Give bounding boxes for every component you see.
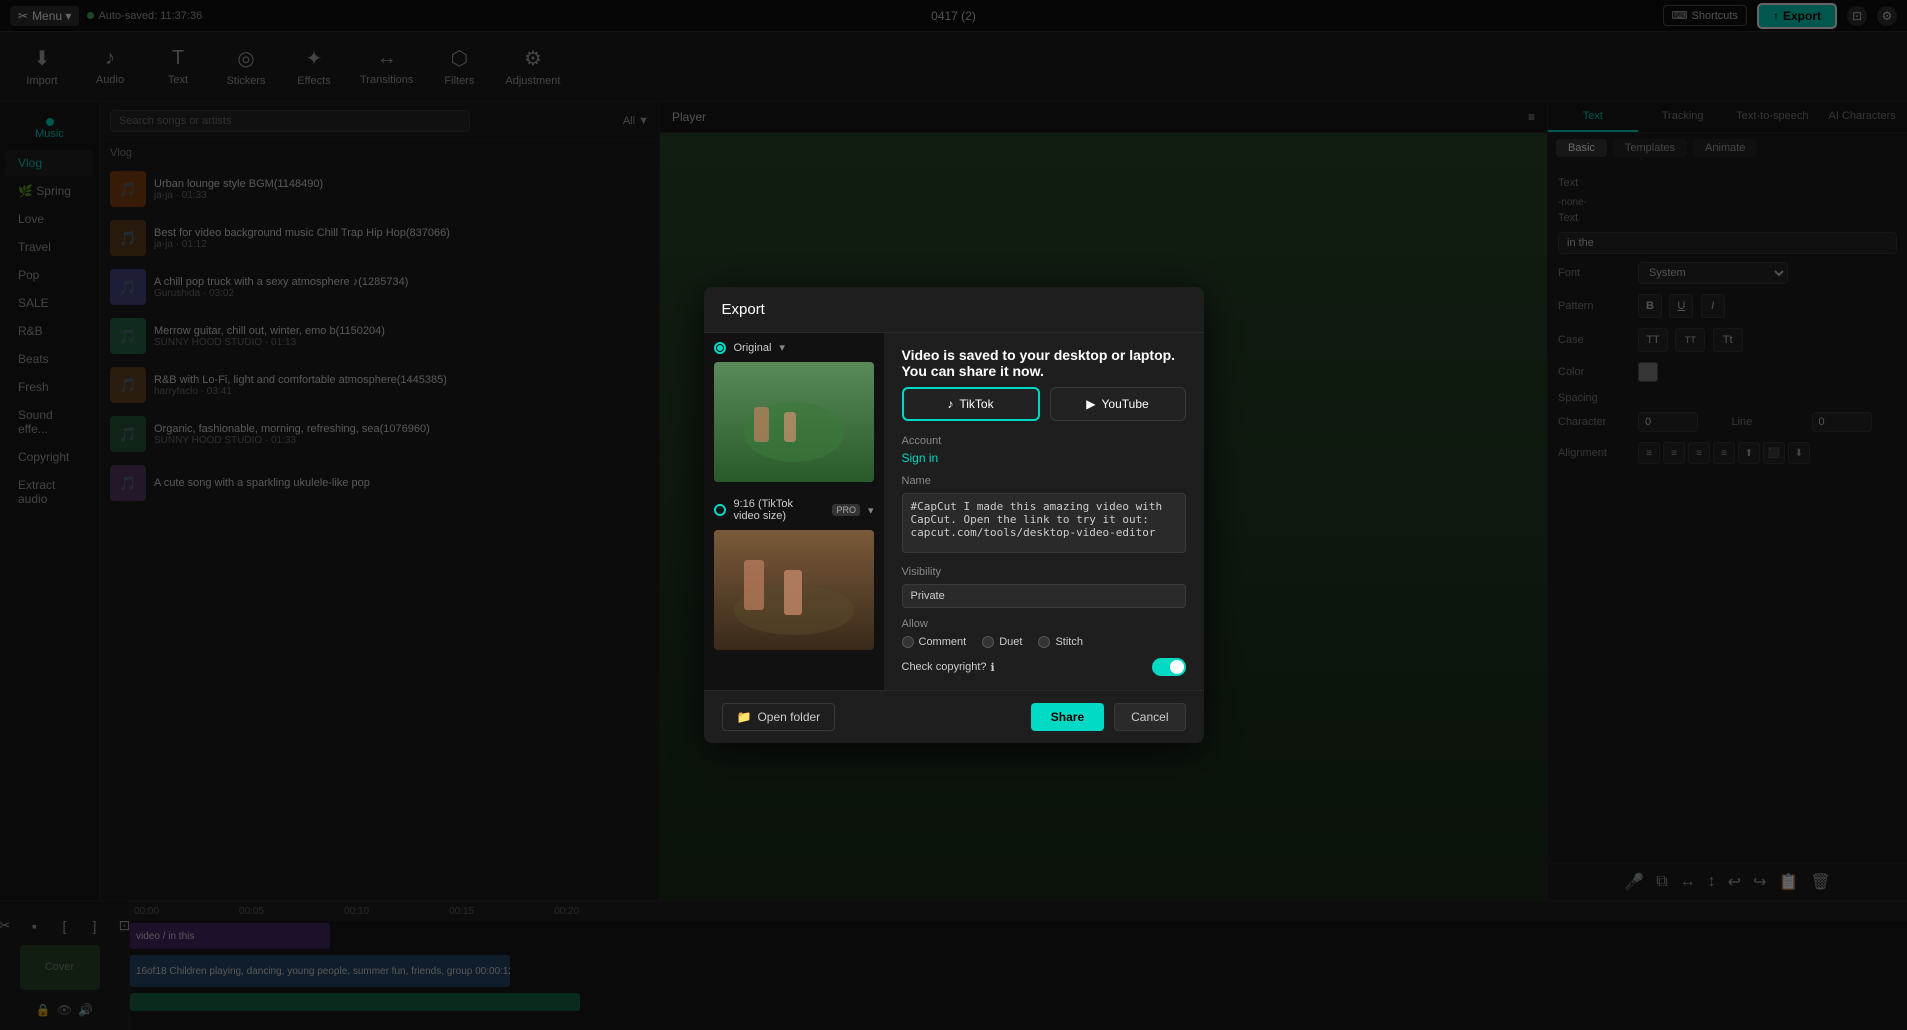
comment-checkbox[interactable] <box>902 636 914 648</box>
preview-label-original: Original <box>734 342 772 354</box>
copyright-row: Check copyright? ℹ <box>902 658 1186 676</box>
share-button[interactable]: Share <box>1031 703 1104 731</box>
tiktok-arrow: ▾ <box>868 504 874 517</box>
modal-footer-actions: Share Cancel <box>1031 703 1186 731</box>
export-modal: Export Original ▾ <box>704 287 1204 743</box>
modal-right-content: Video is saved to your desktop or laptop… <box>884 333 1204 690</box>
copyright-text: Check copyright? ℹ <box>902 661 995 674</box>
modal-preview-column: Original ▾ <box>704 333 884 690</box>
visibility-select[interactable]: Private Public Friends <box>902 584 1186 608</box>
radio-original[interactable] <box>714 342 726 354</box>
name-label: Name <box>902 475 1186 487</box>
duet-checkbox[interactable] <box>982 636 994 648</box>
allow-stitch[interactable]: Stitch <box>1038 636 1083 648</box>
info-icon[interactable]: ℹ <box>991 661 995 674</box>
allow-duet[interactable]: Duet <box>982 636 1022 648</box>
tiktok-icon: ♪ <box>947 397 953 411</box>
account-label: Account <box>902 435 1186 447</box>
youtube-share-button[interactable]: ▶ YouTube <box>1050 387 1186 421</box>
copyright-toggle[interactable] <box>1152 658 1186 676</box>
preview-svg-916 <box>714 530 874 650</box>
sign-in-link[interactable]: Sign in <box>902 451 939 465</box>
modal-footer: 📁 Open folder Share Cancel <box>704 690 1204 743</box>
youtube-icon: ▶ <box>1086 397 1095 411</box>
preview-thumb-916 <box>714 530 874 650</box>
allow-options: Comment Duet Stitch <box>902 636 1186 648</box>
preview-thumb-original <box>714 362 874 482</box>
modal-body: Original ▾ <box>704 333 1204 690</box>
preview-svg-original <box>714 362 874 482</box>
preview-label-916: 9:16 (TikTok video size) <box>734 498 821 522</box>
open-folder-button[interactable]: 📁 Open folder <box>722 703 836 731</box>
modal-overlay: Export Original ▾ <box>0 0 1907 1030</box>
preview-option-original[interactable]: Original ▾ <box>704 333 884 362</box>
modal-header: Export <box>704 287 1204 333</box>
preview-option-916[interactable]: 9:16 (TikTok video size) PRO ▾ <box>704 490 884 530</box>
original-arrow: ▾ <box>779 341 785 354</box>
tiktok-share-button[interactable]: ♪ TikTok <box>902 387 1040 421</box>
allow-comment[interactable]: Comment <box>902 636 967 648</box>
folder-icon: 📁 <box>737 710 752 724</box>
radio-916[interactable] <box>714 504 726 516</box>
visibility-label: Visibility <box>902 566 1186 578</box>
cancel-button[interactable]: Cancel <box>1114 703 1185 731</box>
tiktok-badge: PRO <box>832 504 860 516</box>
modal-saved-message: Video is saved to your desktop or laptop… <box>902 347 1186 379</box>
name-textarea[interactable]: #CapCut I made this amazing video with C… <box>902 493 1186 553</box>
share-platform-buttons: ♪ TikTok ▶ YouTube <box>902 387 1186 421</box>
stitch-checkbox[interactable] <box>1038 636 1050 648</box>
allow-label: Allow <box>902 618 1186 630</box>
